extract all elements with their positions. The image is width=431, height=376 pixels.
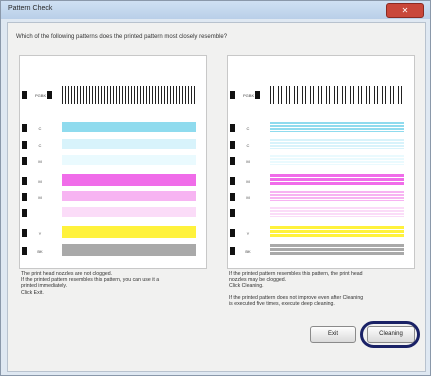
desc-line: is executed five times, execute deep cle… xyxy=(229,300,335,307)
pattern-b-description: If the printed pattern resembles this pa… xyxy=(229,271,419,307)
nozzle-tick xyxy=(230,141,235,149)
nozzle-tick xyxy=(230,157,235,165)
pale-magenta-band xyxy=(62,207,196,217)
nozzle-tick xyxy=(22,209,27,217)
nozzle-tick xyxy=(230,91,235,99)
pattern-a-panel[interactable]: PGBK C C M M M Y BK xyxy=(19,55,207,269)
nozzle-tick xyxy=(230,229,235,237)
row-label-bk: BK xyxy=(245,249,251,254)
nozzle-tick xyxy=(22,141,27,149)
row-label-pgbk: PGBK xyxy=(243,93,255,98)
title-bar[interactable]: Pattern Check ✕ xyxy=(1,1,430,19)
nozzle-tick xyxy=(22,177,27,185)
question-text: Which of the following patterns does the… xyxy=(16,34,228,40)
light-cyan-band-striped xyxy=(270,139,404,149)
nozzle-tick xyxy=(22,91,27,99)
yellow-band xyxy=(62,226,196,238)
desc-line: Click Exit. xyxy=(21,289,44,296)
pale-magenta-band-striped xyxy=(270,207,404,217)
row-label: M xyxy=(38,159,42,164)
nozzle-tick xyxy=(22,124,27,132)
nozzle-tick xyxy=(230,247,235,255)
light-magenta-band-striped xyxy=(270,191,404,201)
highlight-circle xyxy=(360,321,420,348)
row-label-pgbk: PGBK xyxy=(35,93,47,98)
row-label: M xyxy=(38,195,42,200)
pattern-check-dialog: Pattern Check ✕ Which of the following p… xyxy=(0,0,431,376)
dialog-body: Which of the following patterns does the… xyxy=(7,22,426,372)
row-label: M xyxy=(246,195,250,200)
yellow-band-striped xyxy=(270,226,404,238)
pale-cyan-band-striped xyxy=(270,155,404,165)
nozzle-tick xyxy=(230,124,235,132)
row-label: M xyxy=(246,159,250,164)
row-label: M xyxy=(38,179,42,184)
nozzle-tick xyxy=(22,247,27,255)
nozzle-tick xyxy=(22,229,27,237)
row-label: C xyxy=(38,126,42,131)
nozzle-tick xyxy=(255,91,260,99)
pattern-a-description: The print head nozzles are not clogged. … xyxy=(21,271,211,296)
row-label-y: Y xyxy=(38,231,42,236)
nozzle-tick xyxy=(230,209,235,217)
close-button[interactable]: ✕ xyxy=(386,3,424,18)
pgbk-nozzle-pattern-gaps xyxy=(270,86,404,104)
nozzle-tick xyxy=(47,91,52,99)
black-band-striped xyxy=(270,244,404,256)
window-title: Pattern Check xyxy=(8,5,53,12)
nozzle-tick xyxy=(230,177,235,185)
magenta-band-striped xyxy=(270,174,404,186)
row-label: C xyxy=(246,126,250,131)
light-cyan-band xyxy=(62,139,196,149)
cyan-band-striped xyxy=(270,122,404,132)
row-label: C xyxy=(246,143,250,148)
exit-button[interactable]: Exit xyxy=(310,326,356,343)
row-label-bk: BK xyxy=(37,249,43,254)
black-band xyxy=(62,244,196,256)
pgbk-nozzle-pattern xyxy=(62,86,196,104)
pattern-b-panel[interactable]: PGBK C C M M M Y BK xyxy=(227,55,415,269)
nozzle-tick xyxy=(22,193,27,201)
pale-cyan-band xyxy=(62,155,196,165)
row-label: M xyxy=(246,179,250,184)
nozzle-tick xyxy=(22,157,27,165)
magenta-band xyxy=(62,174,196,186)
nozzle-tick xyxy=(230,193,235,201)
cyan-band xyxy=(62,122,196,132)
row-label-y: Y xyxy=(246,231,250,236)
row-label: C xyxy=(38,143,42,148)
light-magenta-band xyxy=(62,191,196,201)
